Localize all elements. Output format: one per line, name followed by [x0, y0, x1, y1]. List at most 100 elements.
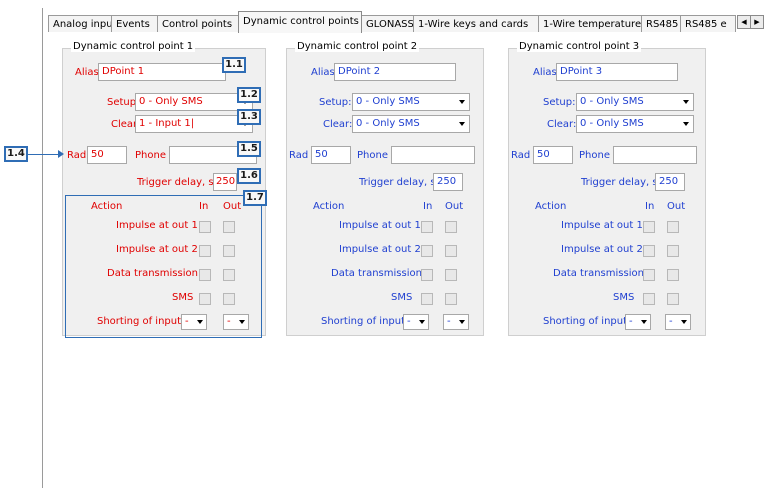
alias-label: Alias [311, 67, 335, 78]
action-impulse-out1-out-checkbox[interactable] [445, 221, 457, 233]
action-impulse-out2-in-checkbox[interactable] [643, 245, 655, 257]
setup-select[interactable]: 0 - Only SMS [352, 93, 470, 111]
trigger-delay-label: Trigger delay, s [581, 177, 658, 188]
action-sms-in-checkbox[interactable] [421, 293, 433, 305]
actions-highlight-box [65, 195, 262, 338]
action-header: Action [313, 201, 345, 212]
phone-label: Phone [579, 150, 610, 161]
action-data-transmission-in-checkbox[interactable] [421, 269, 433, 281]
action-impulse-out1-in-checkbox[interactable] [643, 221, 655, 233]
action-sms-out-checkbox[interactable] [445, 293, 457, 305]
group-title: Dynamic control point 2 [295, 41, 420, 52]
shorting-out-select[interactable]: - [443, 314, 469, 330]
tab-events[interactable]: Events [111, 15, 158, 32]
action-data-transmission-out-checkbox[interactable] [445, 269, 457, 281]
trigger-delay-input[interactable]: 250 [213, 173, 237, 191]
rad-label: Rad [289, 150, 309, 161]
phone-input[interactable] [391, 146, 475, 164]
clear-value: 0 - Only SMS [356, 118, 420, 129]
action-impulse-out2-out-checkbox[interactable] [667, 245, 679, 257]
action-data-transmission-in-checkbox[interactable] [643, 269, 655, 281]
setup-value: 0 - Only SMS [356, 96, 420, 107]
setup-value: 0 - Only SMS [580, 96, 644, 107]
rad-label: Rad [67, 150, 87, 161]
shorting-of-input-label: Shorting of input [321, 316, 406, 327]
tab-glonass[interactable]: GLONASS [361, 15, 414, 32]
shorting-out-value: - [447, 316, 451, 327]
chevron-down-icon [459, 100, 465, 104]
rad-input[interactable]: 50 [533, 146, 573, 164]
group-title: Dynamic control point 3 [517, 41, 642, 52]
callout-1-4: 1.4 [4, 146, 28, 162]
callout-1-2: 1.2 [237, 87, 261, 103]
tab-control-points[interactable]: Control points [157, 15, 239, 32]
chevron-down-icon [641, 320, 647, 324]
arrow-right-icon [58, 150, 64, 158]
action-impulse-out1-out-checkbox[interactable] [667, 221, 679, 233]
group-title: Dynamic control point 1 [71, 41, 196, 52]
setup-label: Setup: [543, 97, 576, 108]
tab-scroll-left-button[interactable]: ◀ [737, 15, 751, 29]
clear-value: 0 - Only SMS [580, 118, 644, 129]
tab-bar: Analog inputs Events Control points Dyna… [48, 11, 764, 33]
chevron-down-icon [459, 320, 465, 324]
callout-1-1: 1.1 [222, 57, 246, 73]
out-header: Out [667, 201, 686, 212]
setup-value: 0 - Only SMS [139, 96, 203, 107]
shorting-out-value: - [669, 316, 673, 327]
tab-dynamic-control-points[interactable]: Dynamic control points [238, 11, 362, 33]
alias-input[interactable]: DPoint 3 [556, 63, 678, 81]
rad-input[interactable]: 50 [87, 146, 127, 164]
trigger-delay-input[interactable]: 250 [655, 173, 685, 191]
dynamic-control-point-2-group: Dynamic control point 2 Alias DPoint 2 S… [286, 41, 484, 336]
clear-value: 1 - Input 1 [139, 118, 191, 129]
callout-1-5: 1.5 [237, 141, 261, 157]
chevron-down-icon [683, 100, 689, 104]
action-impulse-out1-label: Impulse at out 1 [339, 220, 421, 231]
shorting-in-select[interactable]: - [625, 314, 651, 330]
action-impulse-out2-in-checkbox[interactable] [421, 245, 433, 257]
action-impulse-out2-label: Impulse at out 2 [339, 244, 421, 255]
shorting-of-input-label: Shorting of input [543, 316, 628, 327]
trigger-delay-label: Trigger delay, s [359, 177, 436, 188]
action-data-transmission-label: Data transmission [553, 268, 644, 279]
chevron-down-icon [459, 122, 465, 126]
setup-select[interactable]: 0 - Only SMS [135, 93, 253, 111]
action-data-transmission-label: Data transmission [331, 268, 422, 279]
clear-label: Clear: [547, 119, 577, 130]
alias-input[interactable]: DPoint 2 [334, 63, 456, 81]
clear-select[interactable]: 0 - Only SMS [576, 115, 694, 133]
setup-select[interactable]: 0 - Only SMS [576, 93, 694, 111]
phone-input[interactable] [613, 146, 697, 164]
action-impulse-out1-in-checkbox[interactable] [421, 221, 433, 233]
tab-1wire-temperature[interactable]: 1-Wire temperature [538, 15, 642, 32]
action-sms-in-checkbox[interactable] [643, 293, 655, 305]
shorting-out-select[interactable]: - [665, 314, 691, 330]
action-sms-out-checkbox[interactable] [667, 293, 679, 305]
action-sms-label: SMS [391, 292, 413, 303]
action-impulse-out2-label: Impulse at out 2 [561, 244, 643, 255]
rad-input[interactable]: 50 [311, 146, 351, 164]
clear-select[interactable]: 1 - Input 1| [135, 115, 253, 133]
tab-rs485-ext[interactable]: RS485 e [680, 15, 736, 32]
action-impulse-out2-out-checkbox[interactable] [445, 245, 457, 257]
clear-select[interactable]: 0 - Only SMS [352, 115, 470, 133]
trigger-delay-input[interactable]: 250 [433, 173, 463, 191]
tab-1wire-keys[interactable]: 1-Wire keys and cards [413, 15, 539, 32]
tab-rs485[interactable]: RS485 [641, 15, 681, 32]
alias-input[interactable]: DPoint 1 [98, 63, 226, 81]
shorting-in-select[interactable]: - [403, 314, 429, 330]
shorting-in-value: - [629, 316, 633, 327]
action-data-transmission-out-checkbox[interactable] [667, 269, 679, 281]
clear-label: Clear: [323, 119, 353, 130]
action-sms-label: SMS [613, 292, 635, 303]
chevron-down-icon [681, 320, 687, 324]
tab-analog-inputs[interactable]: Analog inputs [48, 15, 112, 32]
rad-label: Rad [511, 150, 531, 161]
shorting-in-value: - [407, 316, 411, 327]
callout-1-3: 1.3 [237, 109, 261, 125]
in-header: In [423, 201, 433, 212]
out-header: Out [445, 201, 464, 212]
tab-scroll-right-button[interactable]: ▶ [750, 15, 764, 29]
setup-label: Setup: [319, 97, 352, 108]
